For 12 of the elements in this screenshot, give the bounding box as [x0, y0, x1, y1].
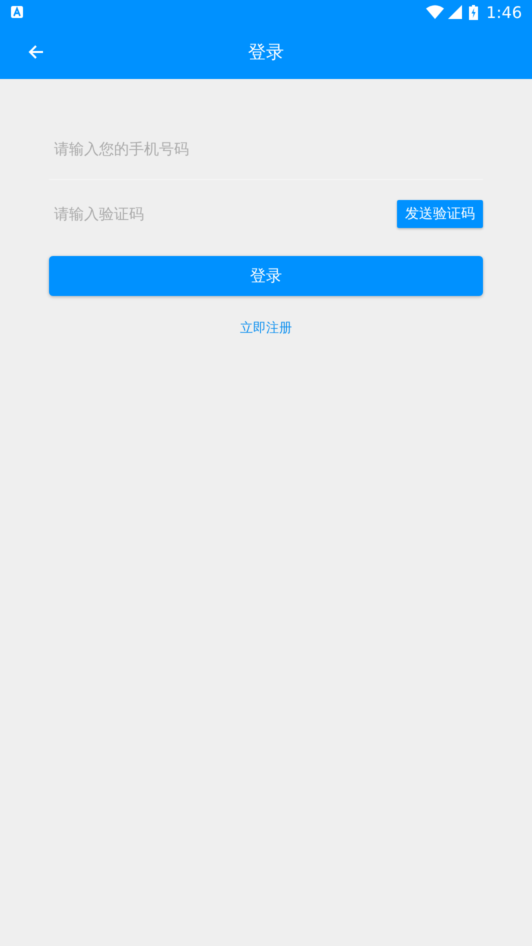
wifi-icon	[426, 5, 444, 19]
back-arrow-icon[interactable]	[28, 44, 44, 60]
battery-charging-icon	[469, 4, 478, 20]
register-link[interactable]: 立即注册	[240, 319, 292, 337]
code-input-field[interactable]: 请输入验证码	[49, 194, 397, 234]
phone-input-field[interactable]: 请输入您的手机号码	[49, 118, 483, 180]
login-button[interactable]: 登录	[49, 256, 483, 296]
signal-icon	[448, 5, 462, 19]
page-title: 登录	[248, 40, 284, 64]
send-code-button[interactable]: 发送验证码	[397, 200, 483, 228]
app-notification-icon	[11, 6, 23, 18]
status-time: 1:46	[486, 2, 522, 22]
